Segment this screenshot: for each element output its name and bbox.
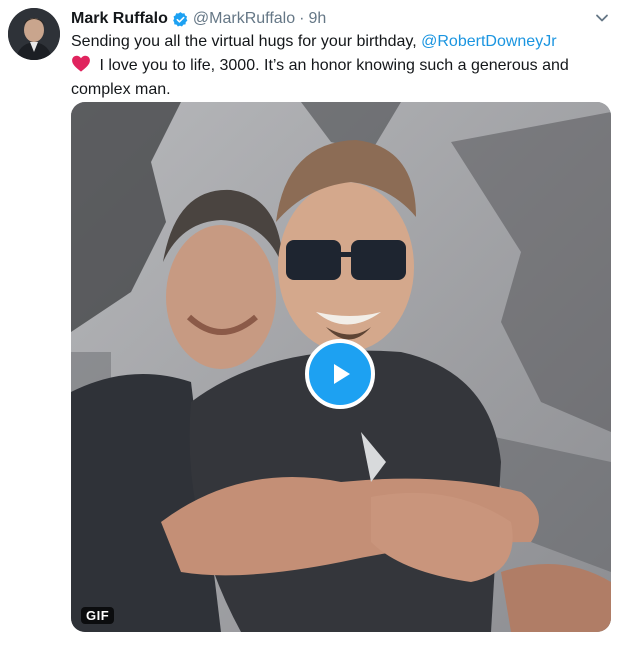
- mention-link[interactable]: @RobertDowneyJr: [421, 33, 556, 50]
- heart-emoji-icon: [71, 55, 91, 72]
- tweet[interactable]: Mark Ruffalo @MarkRuffalo · 9h Sending y…: [0, 0, 620, 652]
- chevron-down-icon[interactable]: [594, 10, 610, 26]
- separator-dot: ·: [299, 10, 305, 27]
- avatar[interactable]: [8, 8, 60, 60]
- tweet-timestamp[interactable]: 9h: [308, 10, 326, 28]
- tweet-text-part2: I love you to life, 3000. It’s an honor …: [71, 57, 569, 98]
- tweet-text: Sending you all the virtual hugs for you…: [71, 30, 611, 102]
- gif-badge: GIF: [81, 607, 115, 624]
- play-button[interactable]: [305, 339, 375, 409]
- author-handle[interactable]: @MarkRuffalo: [193, 10, 295, 28]
- tweet-header: Mark Ruffalo @MarkRuffalo · 9h: [71, 9, 326, 29]
- media-gif[interactable]: GIF: [71, 102, 611, 632]
- verified-badge-icon: [172, 11, 189, 28]
- author-name[interactable]: Mark Ruffalo: [71, 10, 168, 28]
- tweet-text-part1: Sending you all the virtual hugs for you…: [71, 33, 422, 50]
- play-icon: [334, 364, 350, 384]
